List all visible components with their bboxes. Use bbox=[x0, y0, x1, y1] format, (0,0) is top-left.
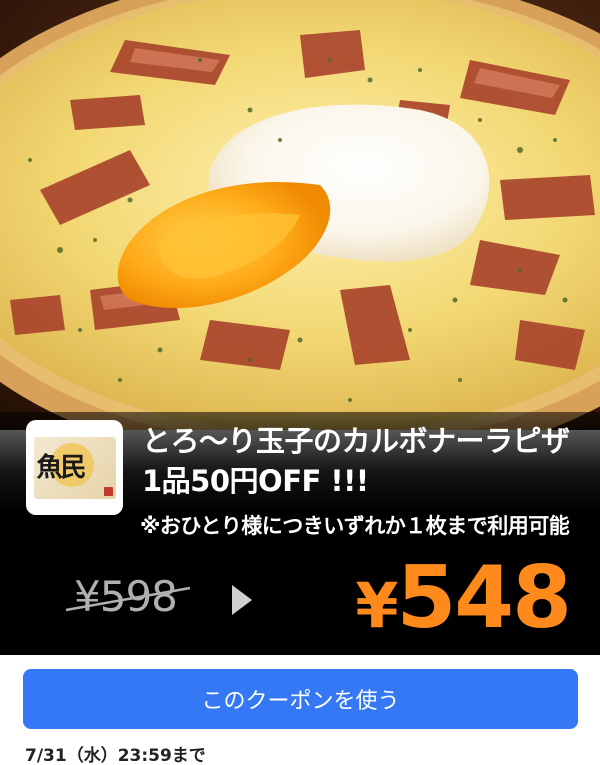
discount-price: ¥548 bbox=[355, 548, 572, 648]
strikethrough-line bbox=[65, 586, 191, 612]
logo-stamp-icon bbox=[103, 486, 113, 496]
logo-emblem: 魚民 bbox=[33, 436, 116, 499]
play-arrow-icon bbox=[232, 585, 252, 615]
hero-food-image bbox=[0, 0, 600, 430]
yen-symbol: ¥ bbox=[355, 569, 398, 642]
expiry-date: 7/31（水）23:59まで bbox=[25, 746, 206, 765]
shop-logo: 魚民 bbox=[26, 420, 123, 515]
logo-brand-text: 魚民 bbox=[36, 452, 87, 483]
discount-price-value: 548 bbox=[396, 548, 572, 648]
coupon-title: とろ〜り玉子のカルボナーラピザ bbox=[142, 424, 570, 458]
pizza-illustration bbox=[0, 0, 600, 430]
usage-note: ※おひとり様につきいずれか１枚まで利用可能 bbox=[140, 514, 570, 538]
use-coupon-button[interactable]: このクーポンを使う bbox=[23, 669, 578, 729]
coupon-discount: 1品50円OFF !!! bbox=[142, 464, 369, 498]
